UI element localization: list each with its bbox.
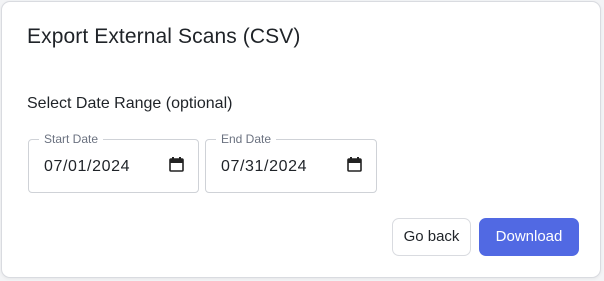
calendar-icon[interactable] — [347, 157, 362, 172]
date-range-label: Select Date Range (optional) — [27, 95, 233, 112]
dialog-title: Export External Scans (CSV) — [27, 25, 301, 48]
export-dialog: Export External Scans (CSV) Select Date … — [1, 1, 601, 278]
start-date-label: Start Date — [39, 132, 104, 146]
end-date-value[interactable]: 07/31/2024 — [221, 157, 307, 177]
calendar-icon[interactable] — [169, 157, 184, 172]
download-button[interactable]: Download — [479, 218, 579, 256]
end-date-label: End Date — [216, 132, 277, 146]
start-date-value[interactable]: 07/01/2024 — [44, 157, 130, 177]
go-back-button[interactable]: Go back — [392, 218, 471, 256]
end-date-field[interactable]: End Date 07/31/2024 — [205, 132, 377, 193]
start-date-field[interactable]: Start Date 07/01/2024 — [28, 132, 199, 193]
